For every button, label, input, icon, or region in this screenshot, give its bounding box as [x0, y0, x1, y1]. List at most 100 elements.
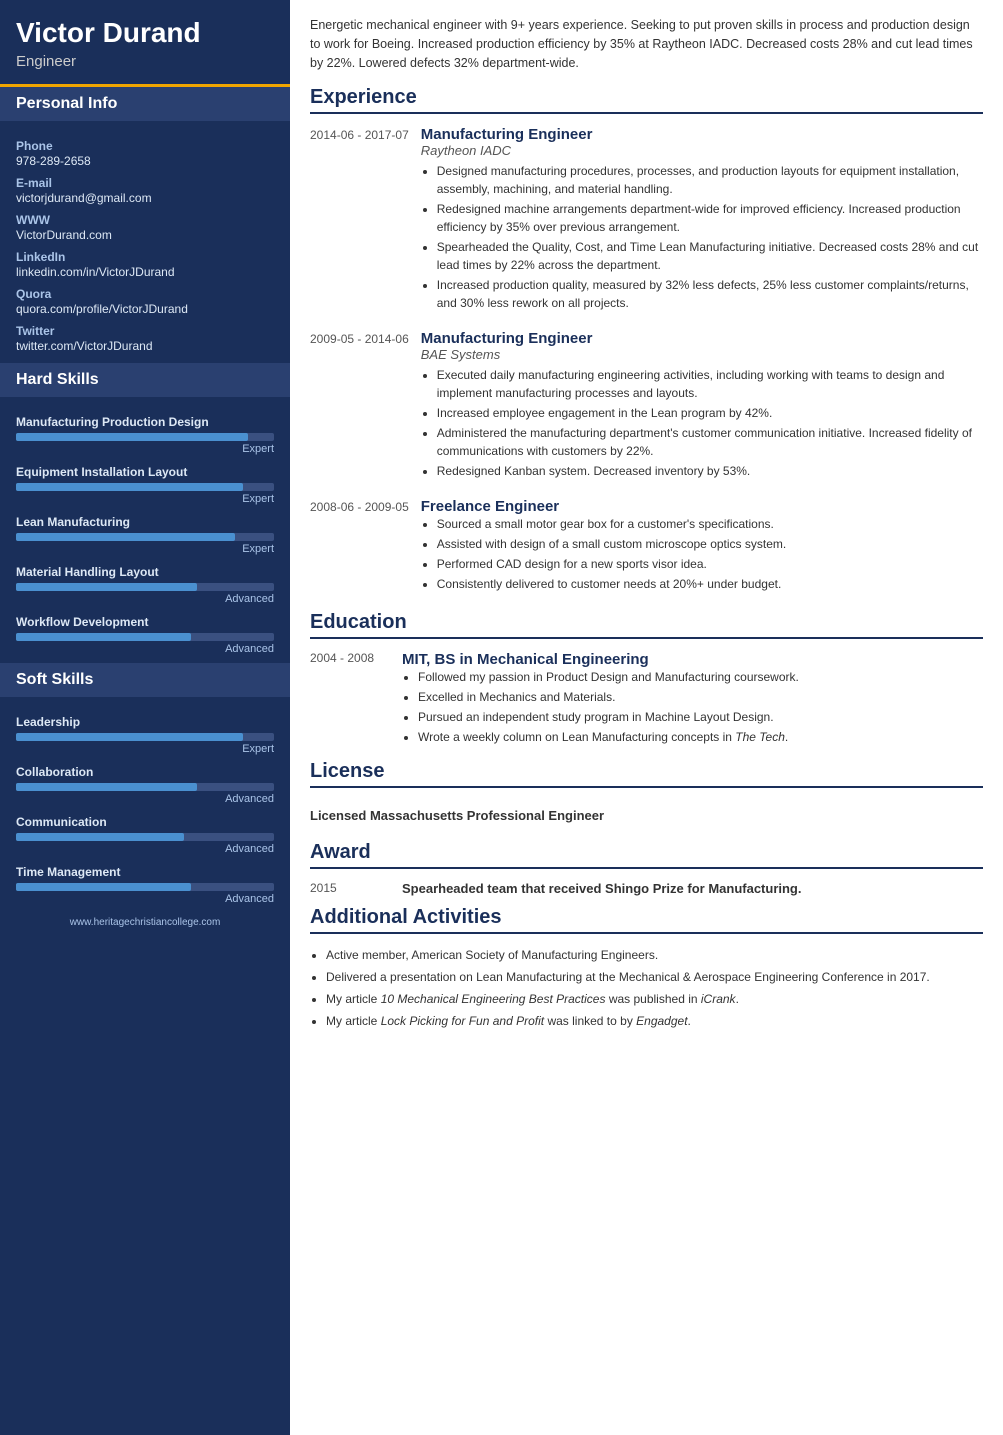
- exp-body: Manufacturing Engineer BAE Systems Execu…: [421, 330, 983, 482]
- soft-skill-item: Time Management Advanced: [16, 865, 274, 905]
- skill-name: Leadership: [16, 715, 274, 729]
- license-section-title: License: [310, 760, 983, 788]
- sidebar: Victor Durand Engineer Personal Info Pho…: [0, 0, 290, 1435]
- quora-value: quora.com/profile/VictorJDurand: [16, 302, 274, 316]
- skill-level: Advanced: [16, 893, 274, 905]
- skill-name: Workflow Development: [16, 615, 274, 629]
- sidebar-header: Victor Durand Engineer: [0, 0, 290, 87]
- license-text: Licensed Massachusetts Professional Engi…: [310, 800, 983, 831]
- personal-info-block: Phone 978-289-2658 E-mail victorjdurand@…: [0, 121, 290, 363]
- skill-level: Advanced: [16, 593, 274, 605]
- edu-bullet: Pursued an independent study program in …: [418, 708, 983, 726]
- hard-skill-item: Manufacturing Production Design Expert: [16, 415, 274, 455]
- skill-level: Expert: [16, 493, 274, 505]
- soft-skill-item: Leadership Expert: [16, 715, 274, 755]
- experience-entry: 2014-06 - 2017-07 Manufacturing Engineer…: [310, 126, 983, 314]
- skill-name: Communication: [16, 815, 274, 829]
- skill-level: Expert: [16, 443, 274, 455]
- experience-list: 2014-06 - 2017-07 Manufacturing Engineer…: [310, 126, 983, 595]
- skill-bar-bg: [16, 633, 274, 641]
- experience-entry: 2009-05 - 2014-06 Manufacturing Engineer…: [310, 330, 983, 482]
- resume-container: Victor Durand Engineer Personal Info Pho…: [0, 0, 1003, 1435]
- hard-skill-item: Lean Manufacturing Expert: [16, 515, 274, 555]
- exp-bullet: Redesigned machine arrangements departme…: [437, 200, 983, 236]
- personal-info-section-title: Personal Info: [0, 87, 290, 121]
- candidate-name: Victor Durand: [16, 18, 274, 49]
- activity-bullet: My article 10 Mechanical Engineering Bes…: [326, 990, 983, 1008]
- phone-value: 978-289-2658: [16, 154, 274, 168]
- education-entry: 2004 - 2008 MIT, BS in Mechanical Engine…: [310, 651, 983, 748]
- exp-bullet: Sourced a small motor gear box for a cus…: [437, 515, 983, 533]
- skill-level: Advanced: [16, 793, 274, 805]
- experience-section-title: Experience: [310, 86, 983, 114]
- skill-bar-bg: [16, 483, 274, 491]
- hard-skill-item: Workflow Development Advanced: [16, 615, 274, 655]
- hard-skills-section-title: Hard Skills: [0, 363, 290, 397]
- exp-bullet: Spearheaded the Quality, Cost, and Time …: [437, 238, 983, 274]
- twitter-label: Twitter: [16, 324, 274, 338]
- activity-bullet: Active member, American Society of Manuf…: [326, 946, 983, 964]
- phone-label: Phone: [16, 139, 274, 153]
- exp-bullet: Consistently delivered to customer needs…: [437, 575, 983, 593]
- main-content: Energetic mechanical engineer with 9+ ye…: [290, 0, 1003, 1435]
- additional-section-title: Additional Activities: [310, 906, 983, 934]
- exp-title: Manufacturing Engineer: [421, 126, 983, 143]
- skill-bar-bg: [16, 583, 274, 591]
- soft-skills-section-title: Soft Skills: [0, 663, 290, 697]
- skill-bar-fill: [16, 433, 248, 441]
- skill-bar-bg: [16, 883, 274, 891]
- activity-bullet: Delivered a presentation on Lean Manufac…: [326, 968, 983, 986]
- education-list: 2004 - 2008 MIT, BS in Mechanical Engine…: [310, 651, 983, 748]
- skill-bar-bg: [16, 533, 274, 541]
- skill-name: Manufacturing Production Design: [16, 415, 274, 429]
- experience-entry: 2008-06 - 2009-05 Freelance Engineer Sou…: [310, 498, 983, 595]
- summary-text: Energetic mechanical engineer with 9+ ye…: [310, 16, 983, 72]
- candidate-title: Engineer: [16, 53, 274, 70]
- exp-dates: 2008-06 - 2009-05: [310, 498, 409, 595]
- hard-skill-item: Equipment Installation Layout Expert: [16, 465, 274, 505]
- exp-body: Manufacturing Engineer Raytheon IADC Des…: [421, 126, 983, 314]
- quora-label: Quora: [16, 287, 274, 301]
- award-section-title: Award: [310, 841, 983, 869]
- linkedin-value: linkedin.com/in/VictorJDurand: [16, 265, 274, 279]
- skill-name: Equipment Installation Layout: [16, 465, 274, 479]
- edu-dates: 2004 - 2008: [310, 651, 390, 748]
- skill-bar-fill: [16, 783, 197, 791]
- skill-bar-fill: [16, 583, 197, 591]
- soft-skills-block: Leadership Expert Collaboration Advanced…: [0, 697, 290, 913]
- soft-skill-item: Communication Advanced: [16, 815, 274, 855]
- skill-bar-fill: [16, 483, 243, 491]
- exp-dates: 2014-06 - 2017-07: [310, 126, 409, 314]
- exp-bullet: Executed daily manufacturing engineering…: [437, 366, 983, 402]
- exp-bullet: Increased production quality, measured b…: [437, 276, 983, 312]
- exp-bullet: Performed CAD design for a new sports vi…: [437, 555, 983, 573]
- twitter-value: twitter.com/VictorJDurand: [16, 339, 274, 353]
- skill-name: Time Management: [16, 865, 274, 879]
- email-value: victorjdurand@gmail.com: [16, 191, 274, 205]
- skill-bar-fill: [16, 533, 235, 541]
- hard-skills-block: Manufacturing Production Design Expert E…: [0, 397, 290, 663]
- exp-bullets: Designed manufacturing procedures, proce…: [421, 162, 983, 312]
- skill-bar-fill: [16, 733, 243, 741]
- skill-name: Lean Manufacturing: [16, 515, 274, 529]
- exp-body: Freelance Engineer Sourced a small motor…: [421, 498, 983, 595]
- exp-bullet: Redesigned Kanban system. Decreased inve…: [437, 462, 983, 480]
- email-label: E-mail: [16, 176, 274, 190]
- exp-bullet: Increased employee engagement in the Lea…: [437, 404, 983, 422]
- skill-name: Material Handling Layout: [16, 565, 274, 579]
- edu-bullet: Wrote a weekly column on Lean Manufactur…: [418, 728, 983, 746]
- skill-level: Advanced: [16, 843, 274, 855]
- skill-bar-bg: [16, 833, 274, 841]
- exp-dates: 2009-05 - 2014-06: [310, 330, 409, 482]
- soft-skill-item: Collaboration Advanced: [16, 765, 274, 805]
- skill-bar-fill: [16, 633, 191, 641]
- skill-bar-fill: [16, 833, 184, 841]
- education-section-title: Education: [310, 611, 983, 639]
- skill-bar-bg: [16, 433, 274, 441]
- award-year: 2015: [310, 881, 390, 896]
- www-value: VictorDurand.com: [16, 228, 274, 242]
- exp-bullets: Executed daily manufacturing engineering…: [421, 366, 983, 480]
- exp-bullet: Designed manufacturing procedures, proce…: [437, 162, 983, 198]
- skill-name: Collaboration: [16, 765, 274, 779]
- skill-level: Advanced: [16, 643, 274, 655]
